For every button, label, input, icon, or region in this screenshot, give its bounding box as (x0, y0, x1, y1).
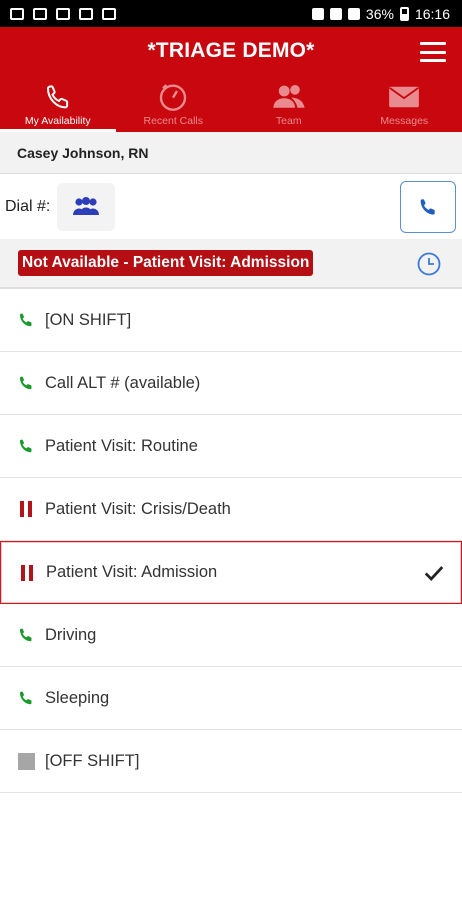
notification-icon (56, 7, 70, 20)
phone-icon (43, 80, 73, 114)
notification-icon (10, 7, 24, 20)
status-item-off-shift[interactable]: [OFF SHIFT] (0, 730, 462, 793)
status-item-patient-visit-crisis[interactable]: Patient Visit: Crisis/Death (0, 478, 462, 541)
clock-time: 16:16 (414, 5, 450, 22)
dial-row: Dial #: (0, 175, 462, 239)
status-label: Sleeping (45, 688, 110, 707)
dial-label: Dial #: (5, 198, 51, 215)
tab-label: Messages (380, 115, 429, 127)
pause-red-icon (17, 500, 35, 518)
status-item-driving[interactable]: Driving (0, 604, 462, 667)
tab-my-availability[interactable]: My Availability (0, 77, 116, 132)
status-label: Patient Visit: Crisis/Death (45, 499, 231, 518)
call-button[interactable] (400, 181, 456, 233)
nfc-icon (329, 7, 342, 20)
notification-icon (33, 7, 47, 20)
status-item-sleeping[interactable]: Sleeping (0, 667, 462, 730)
phone-green-icon (17, 374, 35, 392)
notification-icon (102, 7, 116, 20)
dial-group-button[interactable] (57, 183, 115, 231)
tab-team[interactable]: Team (231, 77, 347, 132)
notification-icons (10, 7, 116, 20)
phone-green-icon (17, 311, 35, 329)
clock-icon[interactable] (416, 251, 442, 277)
team-icon (271, 80, 307, 114)
status-label: [OFF SHIFT] (45, 751, 140, 770)
timer-icon (157, 80, 189, 114)
user-name: Casey Johnson, RN (17, 144, 149, 161)
status-label: Patient Visit: Routine (45, 436, 198, 455)
bluetooth-icon (311, 7, 324, 20)
app-title: *TRIAGE DEMO* (147, 39, 315, 62)
status-list: [ON SHIFT] Call ALT # (available) Patien… (0, 289, 462, 793)
status-item-patient-visit-routine[interactable]: Patient Visit: Routine (0, 415, 462, 478)
status-bar: 36% 16:16 (0, 0, 462, 27)
notification-icon (79, 7, 93, 20)
status-label: [ON SHIFT] (45, 310, 132, 329)
battery-percent: 36% (365, 5, 394, 22)
group-icon (73, 197, 99, 215)
current-status-badge: Not Available - Patient Visit: Admission (18, 250, 314, 276)
status-label: Patient Visit: Admission (46, 563, 218, 581)
status-item-patient-visit-admission[interactable]: Patient Visit: Admission (0, 541, 462, 604)
user-header: Casey Johnson, RN (0, 132, 462, 174)
current-status-row: Not Available - Patient Visit: Admission (0, 239, 462, 289)
status-item-on-shift[interactable]: [ON SHIFT] (0, 289, 462, 352)
tab-label: My Availability (24, 115, 91, 127)
tab-label: Team (275, 115, 302, 127)
gray-square-icon (17, 752, 35, 770)
hamburger-menu-icon[interactable] (420, 42, 446, 62)
status-item-call-alt[interactable]: Call ALT # (available) (0, 352, 462, 415)
tab-label: Recent Calls (143, 115, 204, 127)
app-bar: *TRIAGE DEMO* My Availability Recent Cal… (0, 27, 462, 132)
phone-green-icon (17, 626, 35, 644)
phone-green-icon (17, 689, 35, 707)
status-label: Driving (45, 625, 97, 644)
envelope-icon (388, 80, 420, 114)
phone-icon (420, 199, 435, 215)
tab-messages[interactable]: Messages (347, 77, 462, 132)
phone-green-icon (17, 437, 35, 455)
status-label: Call ALT # (available) (45, 373, 201, 392)
pause-red-icon (18, 564, 36, 582)
battery-icon (399, 6, 409, 21)
tab-recent-calls[interactable]: Recent Calls (116, 77, 232, 132)
signal-icon (347, 7, 360, 20)
tab-bar: My Availability Recent Calls Team Messag… (0, 77, 462, 132)
checkmark-icon (424, 565, 444, 581)
